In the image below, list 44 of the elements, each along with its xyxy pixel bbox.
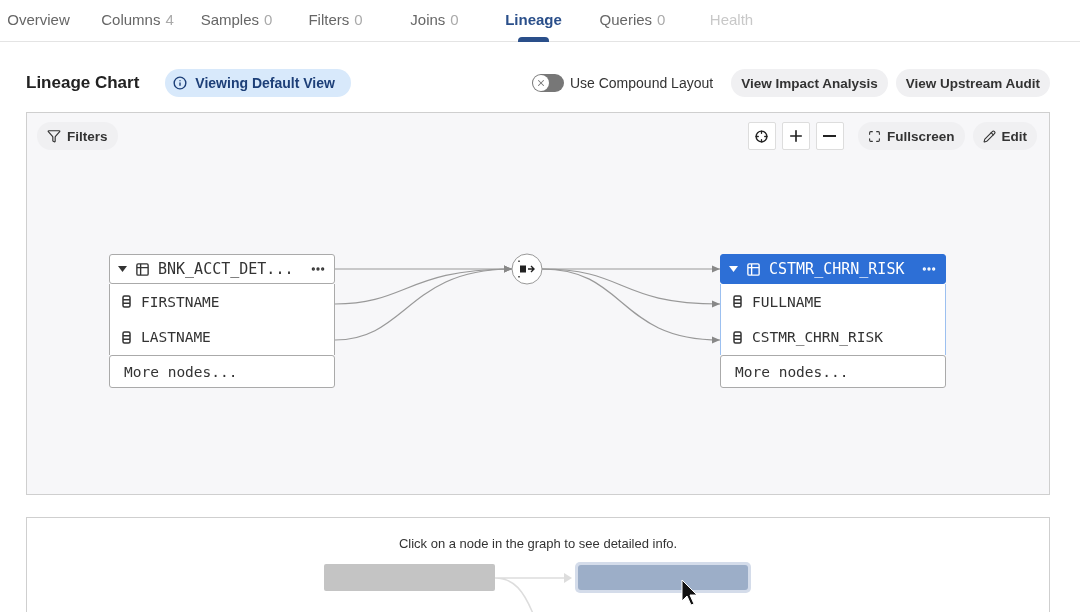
column-name: FIRSTNAME [141, 293, 220, 310]
view-button[interactable]: View Upstream Audit [895, 69, 1050, 97]
details-message: Click on a node in the graph to see detailed info. [397, 536, 679, 551]
table-node-header[interactable]: CSTMR_CHRN_RISK [720, 254, 946, 284]
toggle-switch[interactable] [531, 74, 564, 92]
zoom-out-button[interactable] [815, 122, 844, 150]
edit-button[interactable]: Edit [972, 122, 1037, 150]
caret-icon [729, 266, 738, 272]
more-nodes-button[interactable]: More nodes... [720, 355, 946, 388]
caret-icon [118, 266, 127, 272]
table-node-header[interactable]: BNK_ACCT_DET... [109, 254, 335, 284]
pencil-icon [982, 129, 996, 143]
tab[interactable]: Filters 0 [286, 0, 385, 41]
tab[interactable]: Columns 4 [88, 0, 187, 41]
tab[interactable]: Lineage [484, 0, 583, 41]
filter-icon [47, 129, 61, 143]
view-badge: Viewing Default View [165, 69, 351, 97]
column-icon [733, 295, 742, 309]
table-icon [746, 261, 761, 277]
column-name: LASTNAME [141, 329, 211, 346]
tab[interactable]: Samples 0 [187, 0, 286, 41]
expand-icon [867, 129, 881, 143]
info-icon [173, 76, 188, 90]
view-button[interactable]: View Impact Analysis [731, 69, 888, 97]
column-icon [733, 330, 742, 344]
transform-node-icon[interactable] [511, 253, 543, 285]
fullscreen-button[interactable]: Fullscreen [857, 122, 965, 150]
column-icon [122, 295, 131, 309]
zoom-in-button[interactable] [781, 122, 810, 150]
tab[interactable]: Overview [0, 0, 88, 41]
crosshair-icon [755, 129, 769, 143]
more-nodes-button[interactable]: More nodes... [109, 355, 335, 388]
table-icon [135, 261, 150, 277]
section-title: Lineage Chart [26, 73, 140, 93]
recenter-button[interactable] [747, 122, 776, 150]
toggle-label: Use Compound Layout [569, 75, 714, 91]
column-name: CSTMR_CHRN_RISK [752, 329, 883, 346]
column-icon [122, 330, 131, 344]
x-icon [535, 78, 546, 88]
tab[interactable]: Queries 0 [583, 0, 682, 41]
filters-button[interactable]: Filters [37, 122, 118, 150]
tab[interactable]: Joins 0 [385, 0, 484, 41]
minus-icon [823, 135, 837, 137]
column-name: FULLNAME [752, 293, 822, 310]
